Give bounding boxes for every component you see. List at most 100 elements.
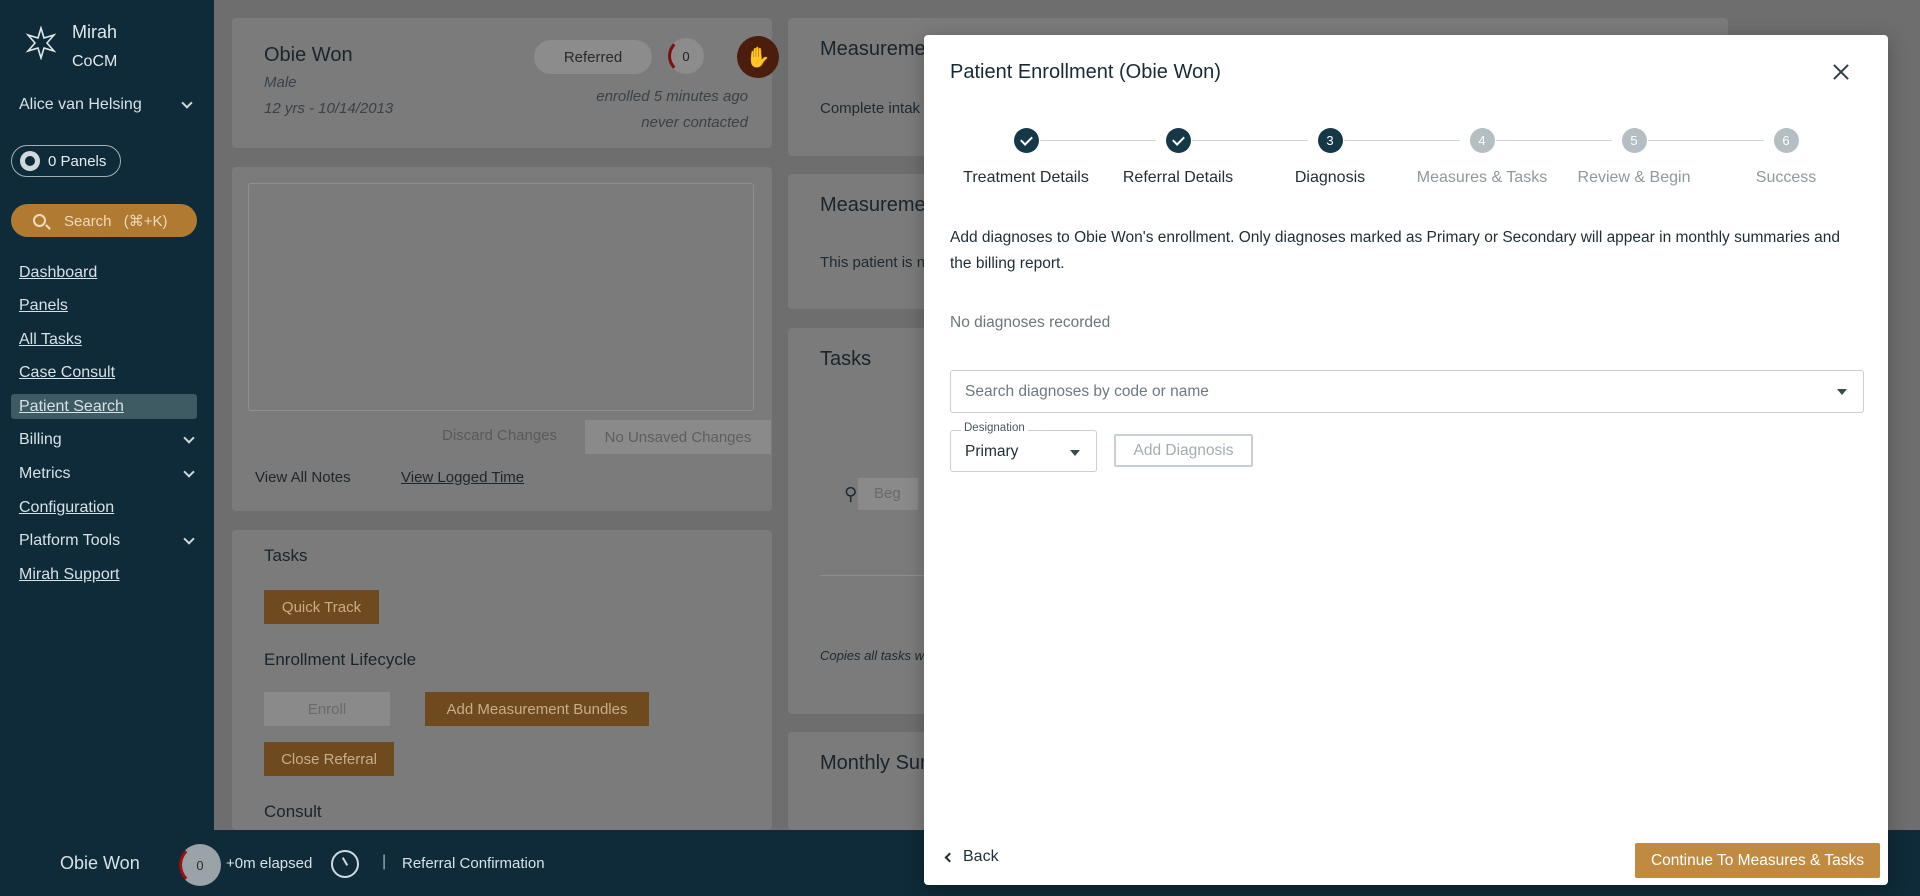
patient-gender: Male [264,74,297,91]
brand: Mirah CoCM [24,18,117,76]
discard-changes-button[interactable]: Discard Changes [442,427,557,444]
chevron-down-icon [183,533,195,545]
referral-confirmation-link[interactable]: Referral Confirmation [402,855,545,872]
add-measurement-bundles-button[interactable]: Add Measurement Bundles [425,692,649,726]
tasks-card: Tasks Quick Track Enrollment Lifecycle E… [232,530,772,830]
step-measures-tasks: 4 Measures & Tasks [1406,128,1558,187]
sidebar: Mirah CoCM Alice van Helsing 0 Panels Se… [0,0,214,830]
sidebar-item-label: Case Consult [19,364,116,382]
enrollment-stepper: Treatment Details Referral Details 3 Dia… [950,128,1862,198]
elapsed-text: +0m elapsed [226,855,313,872]
tasks-right-title: Tasks [820,348,872,370]
measurements-text-2: This patient is n [820,254,926,271]
sidebar-item-billing[interactable]: Billing [11,428,197,453]
add-diagnosis-button[interactable]: Add Diagnosis [1114,434,1253,467]
brand-sub: CoCM [72,53,118,70]
continue-button[interactable]: Continue To Measures & Tasks [1635,843,1880,878]
sidebar-item-dashboard[interactable]: Dashboard [11,260,197,285]
panels-button[interactable]: 0 Panels [11,145,122,177]
view-all-notes-link[interactable]: View All Notes [255,469,351,486]
diagnosis-search-placeholder: Search diagnoses by code or name [965,382,1209,400]
sidebar-item-configuration[interactable]: Configuration [11,495,197,520]
enrolled-text: enrolled 5 minutes ago [596,88,748,105]
contacted-text: never contacted [641,114,748,131]
back-button[interactable]: Back [944,848,999,866]
no-unsaved-changes-button[interactable]: No Unsaved Changes [585,420,771,454]
sidebar-item-mirah-support[interactable]: Mirah Support [11,562,197,587]
notes-textarea[interactable] [248,183,754,411]
sidebar-item-panels[interactable]: Panels [11,294,197,319]
diagnosis-search-input[interactable]: Search diagnoses by code or name [950,370,1864,413]
sidebar-item-metrics[interactable]: Metrics [11,462,197,487]
user-menu[interactable]: Alice van Helsing [19,96,195,114]
search-button[interactable]: Search (⌘+K) [11,204,197,237]
search-label: Search [64,212,112,230]
search-icon: ⚲ [844,484,858,504]
mirah-logo-icon [25,26,57,60]
sidebar-item-label: Configuration [19,498,115,516]
sidebar-item-patient-search[interactable]: Patient Search [11,394,197,420]
step-label: Success [1755,169,1817,186]
quick-track-button[interactable]: Quick Track [264,590,379,624]
step-number: 3 [1317,128,1343,153]
score-ring: 0 [668,38,704,74]
check-icon [1165,128,1191,153]
brand-name: Mirah [72,22,118,42]
no-diagnoses-text: No diagnoses recorded [950,314,1111,331]
caret-down-icon [1070,450,1080,456]
search-shortcut: (⌘+K) [123,212,168,230]
sidebar-item-label: Panels [19,297,68,315]
step-label: Review & Begin [1577,169,1691,186]
measurements-text: Complete intak [820,100,921,117]
wave-icon[interactable]: ✋ [737,36,779,78]
step-diagnosis[interactable]: 3 Diagnosis [1254,128,1406,187]
step-treatment-details[interactable]: Treatment Details [950,128,1102,187]
step-number: 6 [1773,128,1799,153]
sidebar-item-platform-tools[interactable]: Platform Tools [11,529,197,554]
sidebar-item-label: Patient Search [19,397,124,415]
step-label: Treatment Details [963,169,1089,186]
enroll-button[interactable]: Enroll [264,692,390,726]
patient-card: Obie Won Male 12 yrs - 10/14/2013 Referr… [232,18,779,148]
step-label: Measures & Tasks [1416,169,1548,186]
check-icon [1013,128,1039,153]
step-referral-details[interactable]: Referral Details [1102,128,1254,187]
bottom-patient-name[interactable]: Obie Won [60,853,140,874]
back-label: Back [963,848,999,865]
diagnosis-intro: Add diagnoses to Obie Won's enrollment. … [950,229,1841,272]
sidebar-item-case-consult[interactable]: Case Consult [11,361,197,386]
view-logged-time-link[interactable]: View Logged Time [401,469,524,486]
sidebar-nav: Dashboard Panels All Tasks Case Consult … [11,260,197,596]
copies-text: Copies all tasks w [820,648,925,663]
sidebar-item-label: Dashboard [19,263,98,281]
search-icon [33,214,46,227]
lifecycle-title: Enrollment Lifecycle [264,650,417,669]
step-review-begin: 5 Review & Begin [1558,128,1710,187]
designation-select[interactable]: Designation Primary [950,422,1097,472]
chevron-left-icon [944,852,955,862]
tasks-title: Tasks [264,546,308,565]
step-label: Referral Details [1122,169,1234,186]
user-name: Alice van Helsing [19,96,142,113]
sidebar-item-label: Metrics [19,465,71,483]
notes-card: Discard Changes No Unsaved Changes View … [232,167,772,511]
sidebar-item-label: Billing [19,431,62,449]
panels-icon [20,151,40,171]
step-success: 6 Success [1710,128,1862,187]
designation-value: Primary [965,443,1019,460]
step-label: Diagnosis [1294,169,1366,186]
designation-label: Designation [961,422,1028,434]
step-number: 4 [1469,128,1495,153]
chevron-down-icon [181,97,193,109]
sidebar-item-all-tasks[interactable]: All Tasks [11,327,197,352]
timer-icon[interactable] [331,850,359,878]
step-number: 5 [1621,128,1647,153]
bottom-score-ring: 0 [179,844,221,886]
monthly-summary-title: Monthly Sum [820,752,937,774]
enrollment-modal: Patient Enrollment (Obie Won) Treatment … [924,35,1888,885]
status-badge: Referred [534,40,652,74]
sidebar-item-label: All Tasks [19,330,82,348]
close-referral-button[interactable]: Close Referral [264,742,394,776]
tasks-search-input[interactable]: Beg [858,478,918,510]
close-icon[interactable] [1830,61,1852,83]
